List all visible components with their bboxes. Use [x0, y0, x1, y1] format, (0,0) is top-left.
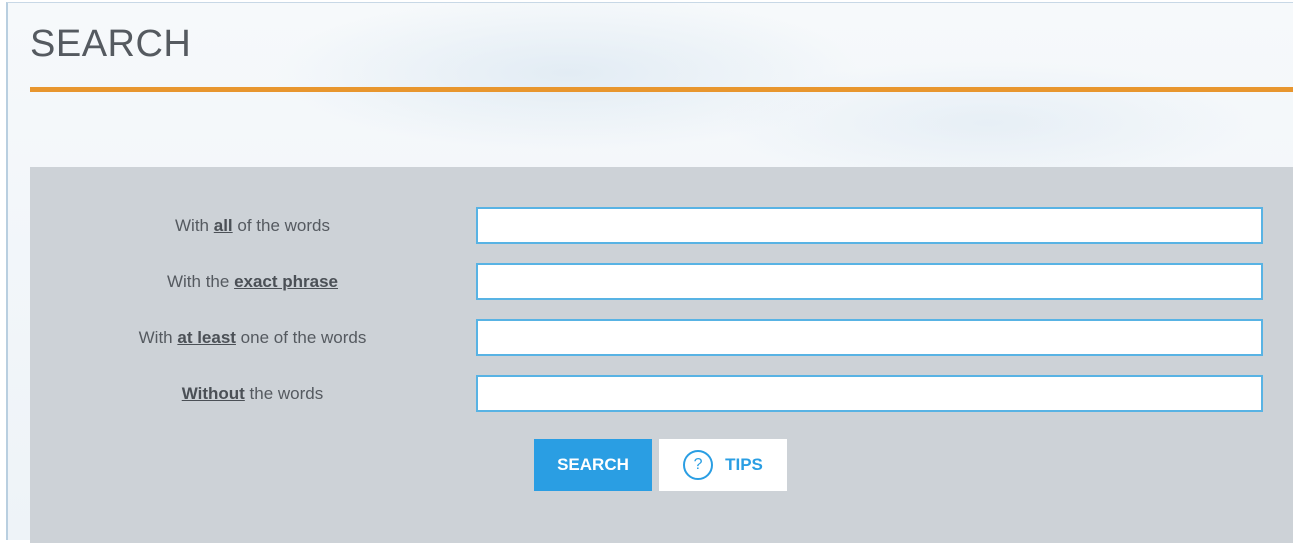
- search-button[interactable]: SEARCH: [534, 439, 652, 491]
- tips-label: TIPS: [725, 455, 763, 474]
- field-row-exact-phrase: With the exact phrase: [30, 262, 1293, 302]
- label-emphasis: exact phrase: [234, 272, 339, 291]
- field-row-all-words: With all of the words: [30, 206, 1293, 246]
- field-row-at-least-one: With at least one of the words: [30, 318, 1293, 358]
- field-row-without-words: Without the words: [30, 374, 1293, 414]
- label-prefix: With the: [166, 272, 235, 291]
- tips-button[interactable]: ? TIPS: [659, 439, 787, 491]
- page-frame: SEARCH With all of the words With the ex…: [6, 2, 1293, 543]
- label-suffix: the words: [244, 384, 324, 403]
- label-suffix: of the words: [232, 216, 330, 235]
- title-divider: [30, 87, 1293, 92]
- without-words-label: Without the words: [30, 374, 475, 414]
- label-prefix: With: [138, 328, 178, 347]
- all-words-input[interactable]: [476, 207, 1263, 244]
- without-words-input[interactable]: [476, 375, 1263, 412]
- label-prefix: With: [175, 216, 214, 235]
- search-panel: With all of the words With the exact phr…: [30, 167, 1293, 543]
- help-circle-icon: ?: [683, 450, 714, 480]
- at-least-one-input[interactable]: [476, 319, 1263, 356]
- label-emphasis: all: [213, 216, 233, 235]
- label-emphasis: at least: [177, 328, 236, 347]
- all-words-label: With all of the words: [30, 206, 475, 246]
- at-least-one-label: With at least one of the words: [30, 318, 475, 358]
- exact-phrase-label: With the exact phrase: [30, 262, 475, 302]
- label-suffix: one of the words: [235, 328, 367, 347]
- exact-phrase-input[interactable]: [476, 263, 1263, 300]
- page-title: SEARCH: [30, 23, 192, 65]
- label-emphasis: Without: [181, 384, 245, 403]
